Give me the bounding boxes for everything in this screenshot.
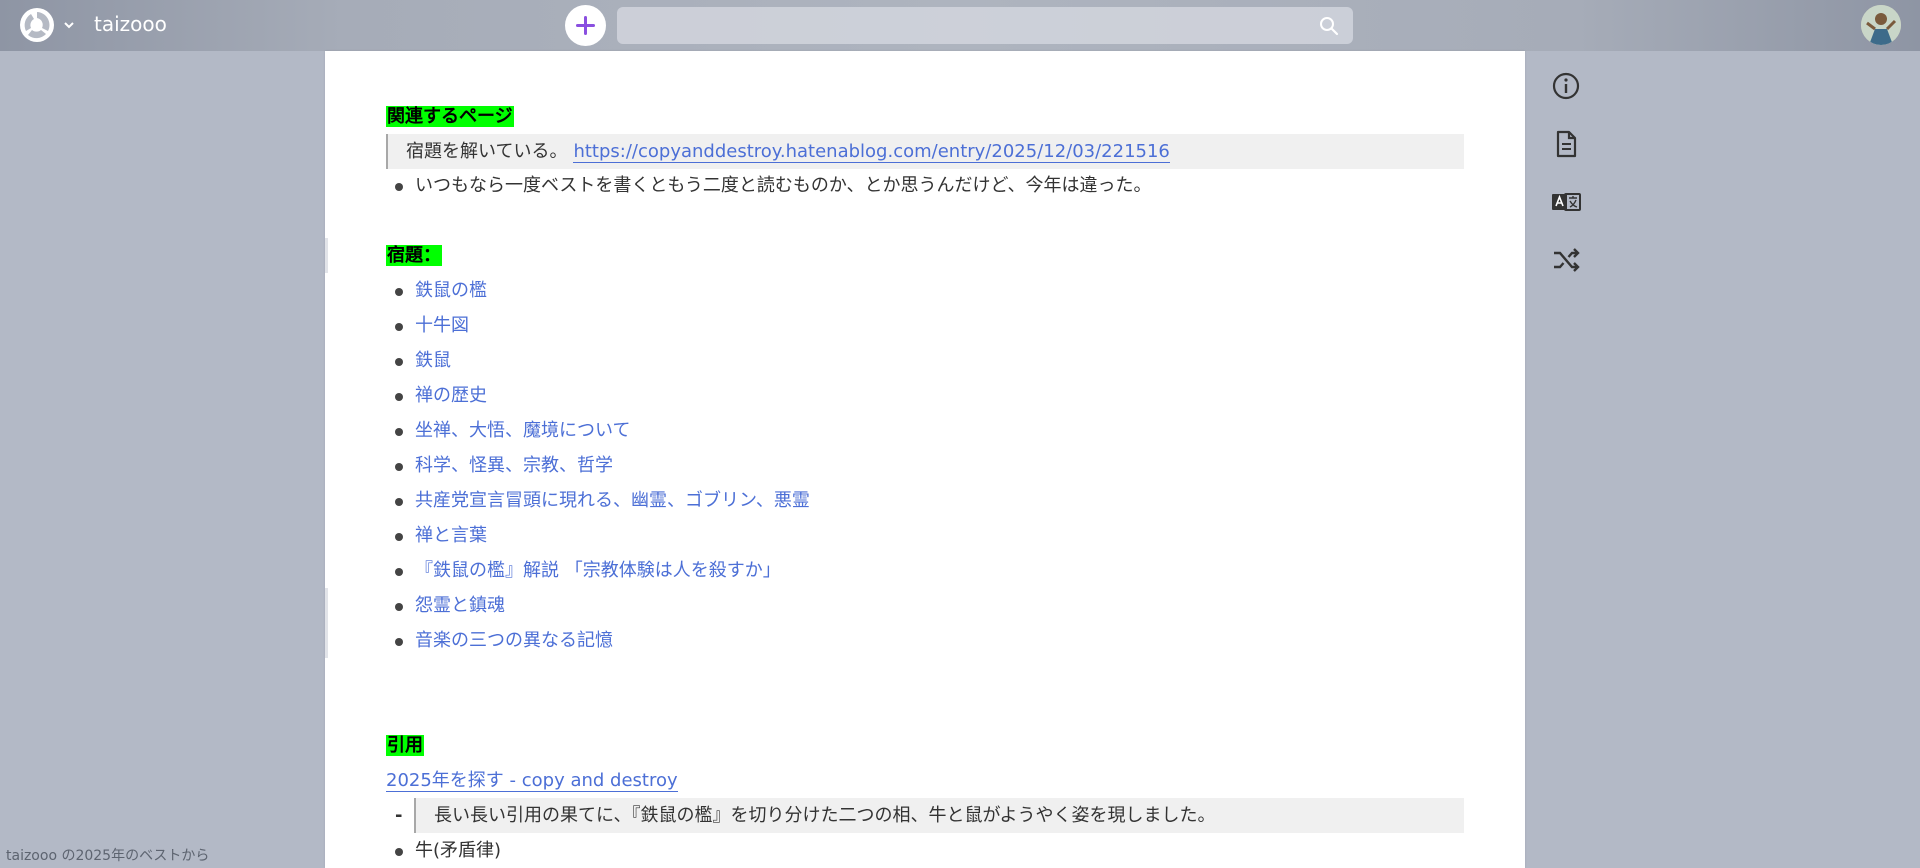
bullet-icon bbox=[395, 638, 403, 646]
bullet-icon bbox=[395, 603, 403, 611]
homework-link[interactable]: 鉄鼠 bbox=[415, 350, 451, 371]
line-edge-marker bbox=[325, 588, 328, 658]
shuffle-icon[interactable] bbox=[1550, 244, 1582, 276]
citation-quote-block: 長い長い引用の果てに、『鉄鼠の檻』を切り分けた二つの相、牛と鼠がようやく姿を現し… bbox=[414, 798, 1464, 833]
list-item[interactable]: 科学、怪異、宗教、哲学 bbox=[386, 448, 1493, 483]
list-item[interactable]: 『鉄鼠の檻』解説 「宗教体験は人を殺すか」 bbox=[386, 553, 1493, 588]
list-item[interactable]: 音楽の三つの異なる記憶 bbox=[386, 623, 1493, 658]
bullet-icon bbox=[395, 358, 403, 366]
list-item[interactable]: いつもなら一度ベストを書くともう二度と読むものか、とか思うんだけど、今年は違った… bbox=[386, 168, 1493, 203]
translate-icon[interactable] bbox=[1550, 186, 1582, 218]
bullet-icon bbox=[395, 533, 403, 541]
homework-link[interactable]: 鉄鼠の檻 bbox=[415, 280, 487, 301]
bullet-icon bbox=[395, 463, 403, 471]
homework-link[interactable]: 『鉄鼠の檻』解説 「宗教体験は人を殺すか」 bbox=[415, 560, 781, 581]
bullet-icon bbox=[395, 323, 403, 331]
line-citation-link[interactable]: 2025年を探す - copy and destroy bbox=[386, 763, 1464, 798]
homework-link[interactable]: 科学、怪異、宗教、哲学 bbox=[415, 455, 613, 476]
user-avatar[interactable] bbox=[1861, 5, 1901, 45]
list-item[interactable]: 鉄鼠 bbox=[386, 343, 1493, 378]
bullet-icon bbox=[395, 568, 403, 576]
new-page-button[interactable] bbox=[565, 5, 606, 46]
search-box[interactable] bbox=[617, 7, 1353, 44]
list-item[interactable]: 怨霊と鎮魂 bbox=[386, 588, 1493, 623]
bullet-icon bbox=[395, 183, 403, 191]
list-item[interactable]: 禅の歴史 bbox=[386, 378, 1493, 413]
bullet-icon bbox=[395, 498, 403, 506]
list-item[interactable]: 坐禅、大悟、魔境について bbox=[386, 413, 1493, 448]
list-item[interactable]: 禅と言葉 bbox=[386, 518, 1493, 553]
line-citation-heading[interactable]: 引用 bbox=[386, 728, 1464, 763]
quote-url-link[interactable]: https://copyanddestroy.hatenablog.com/en… bbox=[573, 141, 1170, 163]
bullet-icon bbox=[395, 428, 403, 436]
homework-link[interactable]: 禅の歴史 bbox=[415, 385, 487, 406]
related-note: いつもなら一度ベストを書くともう二度と読むものか、とか思うんだけど、今年は違った… bbox=[415, 175, 1152, 196]
footer-caption: taizooo の2025年のベストから bbox=[6, 848, 210, 864]
homework-link[interactable]: 十牛図 bbox=[415, 315, 469, 336]
info-icon[interactable] bbox=[1550, 70, 1582, 102]
bullet-icon bbox=[395, 393, 403, 401]
homework-link[interactable]: 共産党宣言冒頭に現れる、幽霊、ゴブリン、悪霊 bbox=[415, 490, 810, 511]
list-item[interactable]: 十牛図 bbox=[386, 308, 1493, 343]
list-item[interactable]: 鉄鼠の檻 bbox=[386, 273, 1493, 308]
plus-icon bbox=[576, 16, 595, 35]
citation-heading: 引用 bbox=[386, 735, 424, 756]
list-item[interactable]: 共産党宣言冒頭に現れる、幽霊、ゴブリン、悪霊 bbox=[386, 483, 1493, 518]
homework-link[interactable]: 坐禅、大悟、魔境について bbox=[415, 420, 630, 441]
document-icon[interactable] bbox=[1550, 128, 1582, 160]
top-navigation-bar: taizooo bbox=[0, 0, 1920, 51]
bullet-icon bbox=[395, 848, 403, 856]
related-heading: 関連するページ bbox=[386, 106, 514, 127]
homework-link[interactable]: 禅と言葉 bbox=[415, 525, 487, 546]
scrapbox-logo-icon[interactable] bbox=[18, 6, 56, 44]
chevron-down-icon[interactable] bbox=[62, 17, 76, 31]
line-quote[interactable]: 宿題を解いている。 https://copyanddestroy.hatenabl… bbox=[386, 134, 1464, 169]
line-edge-marker bbox=[325, 238, 328, 273]
line-homework-heading[interactable]: 宿題： bbox=[386, 238, 1464, 273]
line-citation-quote[interactable]: - 長い長い引用の果てに、『鉄鼠の檻』を切り分けた二つの相、牛と鼠がようやく姿を… bbox=[386, 798, 1464, 833]
homework-heading: 宿題： bbox=[386, 245, 442, 266]
citation-next-item: 牛(矛盾律) bbox=[415, 840, 502, 861]
search-input[interactable] bbox=[629, 13, 1313, 39]
citation-link[interactable]: 2025年を探す - copy and destroy bbox=[386, 770, 678, 792]
list-item[interactable]: 牛(矛盾律) bbox=[386, 833, 1493, 868]
homework-link[interactable]: 音楽の三つの異なる記憶 bbox=[415, 630, 613, 651]
dash-marker: - bbox=[395, 805, 403, 826]
homework-link[interactable]: 怨霊と鎮魂 bbox=[415, 595, 505, 616]
line-related-heading[interactable]: 関連するページ bbox=[386, 99, 1464, 134]
citation-quote: 長い長い引用の果てに、『鉄鼠の檻』を切り分けた二つの相、牛と鼠がようやく姿を現し… bbox=[434, 805, 1216, 826]
quote-text: 宿題を解いている。 bbox=[406, 141, 568, 162]
bullet-icon bbox=[395, 288, 403, 296]
search-icon[interactable] bbox=[1319, 16, 1339, 36]
project-name[interactable]: taizooo bbox=[94, 12, 167, 36]
